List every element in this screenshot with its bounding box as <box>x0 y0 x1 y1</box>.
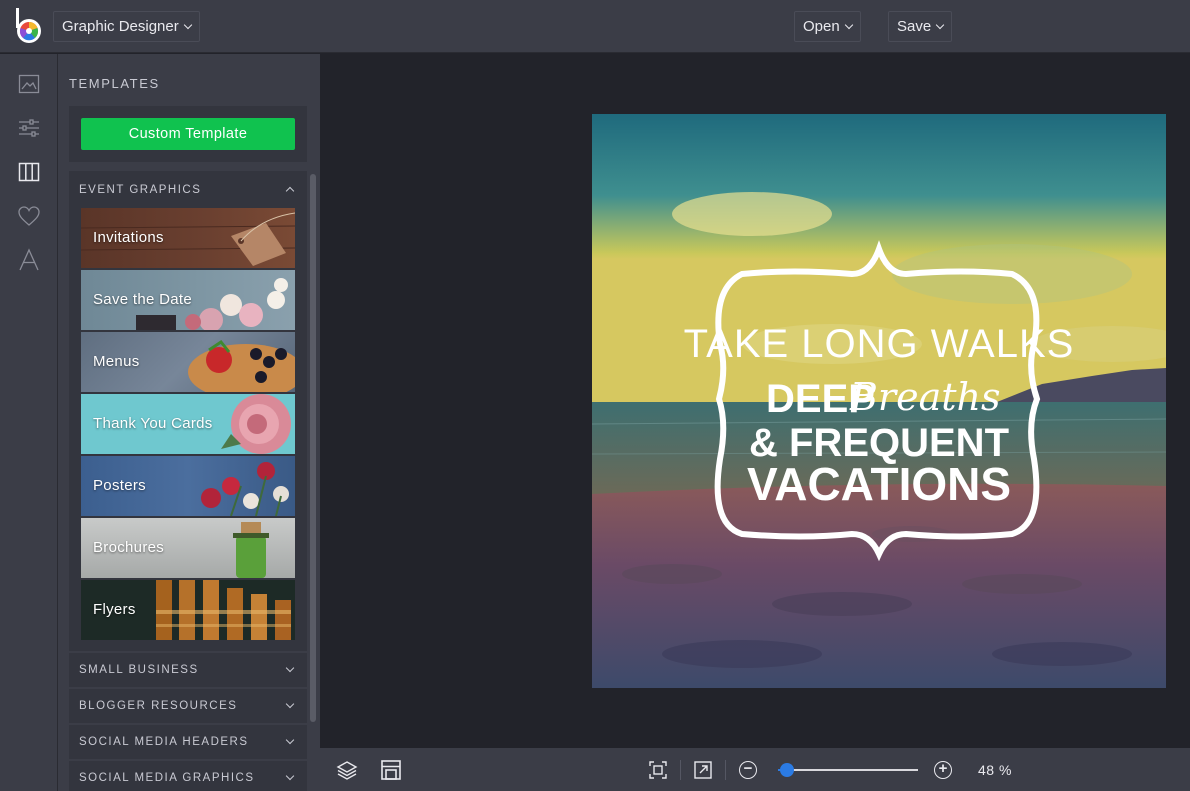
quote-line-4: VACATIONS <box>747 458 1011 510</box>
panel-title: TEMPLATES <box>69 76 160 91</box>
expand-icon[interactable] <box>692 759 714 781</box>
tile-label: Flyers <box>93 601 136 618</box>
template-tile-menus[interactable]: Menus <box>81 332 295 392</box>
template-tile-flyers[interactable]: Flyers <box>81 580 295 640</box>
templates-panel: TEMPLATES Custom Template EVENT GRAPHICS… <box>58 54 320 791</box>
image-icon[interactable] <box>17 72 41 96</box>
chevron-down-icon <box>935 20 945 30</box>
chevron-down-icon <box>285 663 295 673</box>
section-small-business[interactable]: SMALL BUSINESS <box>69 653 307 687</box>
tile-label: Posters <box>93 477 146 494</box>
section-social-media-graphics[interactable]: SOCIAL MEDIA GRAPHICS <box>69 761 307 791</box>
layout-icon[interactable] <box>380 759 402 781</box>
tile-label: Save the Date <box>93 291 192 308</box>
section-header-small-business: SMALL BUSINESS <box>79 664 199 676</box>
design-canvas[interactable]: TAKE LONG WALKS DEEP Breaths & FREQUENT … <box>592 114 1166 688</box>
chevron-down-icon <box>285 771 295 781</box>
canvas-area: TAKE LONG WALKS DEEP Breaths & FREQUENT … <box>320 54 1190 748</box>
layers-icon[interactable] <box>336 759 358 781</box>
template-tile-posters[interactable]: Posters <box>81 456 295 516</box>
chevron-down-icon <box>183 20 192 30</box>
text-icon[interactable] <box>17 248 41 272</box>
template-tile-brochures[interactable]: Brochures <box>81 518 295 578</box>
custom-template-container: Custom Template <box>69 106 307 162</box>
template-tile-save-the-date[interactable]: Save the Date <box>81 270 295 330</box>
app-switcher-dropdown[interactable]: Graphic Designer <box>53 11 200 42</box>
sliders-icon[interactable] <box>17 116 41 140</box>
top-bar: Graphic Designer Open Save <box>0 0 1190 53</box>
toolbar-divider <box>725 760 726 780</box>
save-menu-button[interactable]: Save <box>888 11 953 42</box>
open-label: Open <box>803 18 840 35</box>
template-tile-thank-you-cards[interactable]: Thank You Cards <box>81 394 295 454</box>
tile-label: Invitations <box>93 229 164 246</box>
open-menu-button[interactable]: Open <box>794 11 861 42</box>
section-social-media-headers[interactable]: SOCIAL MEDIA HEADERS <box>69 725 307 759</box>
chevron-down-icon <box>285 735 295 745</box>
fit-to-screen-icon[interactable] <box>647 759 669 781</box>
section-header-blogger-resources: BLOGGER RESOURCES <box>79 700 238 712</box>
section-header-social-media-headers: SOCIAL MEDIA HEADERS <box>79 736 249 748</box>
tool-rail <box>0 54 58 791</box>
app-name-label: Graphic Designer <box>62 18 179 35</box>
zoom-in-button[interactable]: + <box>934 761 952 779</box>
zoom-slider-thumb[interactable] <box>779 763 794 777</box>
app-logo-icon[interactable] <box>14 8 44 44</box>
tile-label: Menus <box>93 353 140 370</box>
templates-icon[interactable] <box>17 160 41 184</box>
bottom-toolbar: − + 48 % <box>320 748 1190 791</box>
quote-line-1: TAKE LONG WALKS <box>684 322 1075 366</box>
zoom-level-readout: 48 % <box>978 762 1012 778</box>
chevron-down-icon <box>285 699 295 709</box>
zoom-slider-track[interactable] <box>778 769 918 771</box>
section-header-event-graphics[interactable]: EVENT GRAPHICS <box>79 184 201 196</box>
quote-line-2b: Breaths <box>849 375 1000 419</box>
heart-icon[interactable] <box>17 204 41 228</box>
design-artwork: TAKE LONG WALKS DEEP Breaths & FREQUENT … <box>592 114 1166 688</box>
toolbar-divider <box>680 760 681 780</box>
tile-label: Thank You Cards <box>93 415 213 432</box>
section-header-social-media-graphics: SOCIAL MEDIA GRAPHICS <box>79 772 255 784</box>
tile-label: Brochures <box>93 539 165 556</box>
zoom-out-button[interactable]: − <box>739 761 757 779</box>
chevron-down-icon <box>844 20 853 30</box>
custom-template-button[interactable]: Custom Template <box>81 118 295 150</box>
panel-scrollbar[interactable] <box>310 174 316 722</box>
save-label: Save <box>897 18 932 35</box>
template-tile-invitations[interactable]: Invitations <box>81 208 295 268</box>
chevron-up-icon[interactable] <box>285 186 295 196</box>
section-event-graphics: EVENT GRAPHICS Invitations Save the Date… <box>69 171 307 651</box>
section-blogger-resources[interactable]: BLOGGER RESOURCES <box>69 689 307 723</box>
